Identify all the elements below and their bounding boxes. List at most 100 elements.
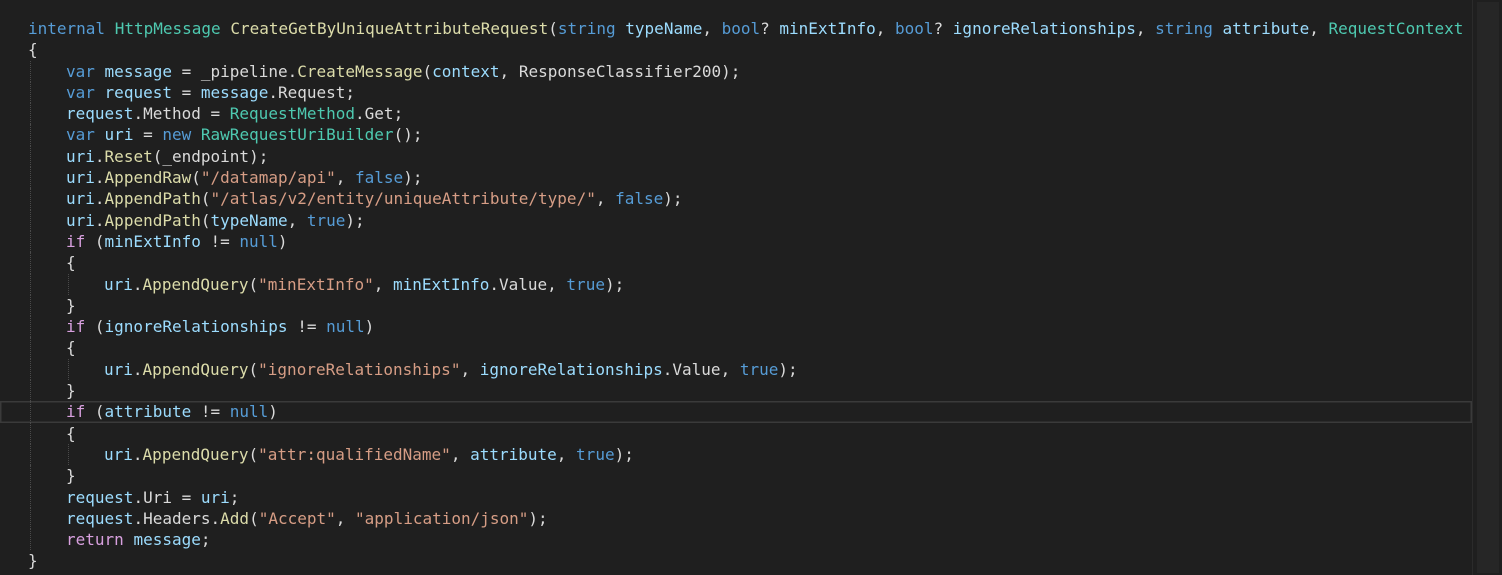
code-token: uri — [104, 444, 133, 464]
code-token: request — [66, 487, 134, 507]
code-token: ; — [200, 530, 211, 550]
code-line[interactable]: var message = _pipeline.CreateMessage(co… — [0, 60, 1472, 82]
code-token: . — [94, 210, 105, 230]
code-token: AppendPath — [104, 210, 201, 230]
indent-guide — [68, 443, 69, 466]
code-token: Uri — [143, 487, 172, 507]
code-token: Get — [364, 104, 394, 124]
code-token: uri — [104, 274, 133, 294]
code-token: Request — [277, 82, 346, 102]
code-token: . — [355, 104, 365, 124]
code-token: { — [66, 338, 76, 358]
scrollbar-thumb[interactable] — [1477, 2, 1499, 573]
code-text: { — [66, 423, 76, 444]
code-text: uri.AppendQuery("attr:qualifiedName", at… — [104, 444, 634, 465]
indent-guide — [68, 358, 69, 381]
code-token: ( — [248, 359, 259, 379]
code-line[interactable]: uri.AppendRaw("/datamap/api", false); — [0, 167, 1472, 189]
code-line[interactable]: uri.AppendQuery("ignoreRelationships", i… — [0, 358, 1472, 381]
code-token: "Accept" — [258, 508, 336, 528]
indent-guide — [30, 443, 31, 466]
code-line[interactable]: internal HttpMessage CreateGetByUniqueAt… — [0, 18, 1472, 39]
code-token: typeName — [625, 19, 703, 38]
code-line[interactable]: uri.AppendPath("/atlas/v2/entity/uniqueA… — [0, 188, 1472, 210]
code-line[interactable]: { — [0, 39, 1472, 60]
code-line[interactable]: request.Method = RequestMethod.Get; — [0, 103, 1472, 125]
code-text: if (ignoreRelationships != null) — [66, 316, 374, 337]
code-token: false — [355, 168, 404, 188]
code-token: uri — [66, 168, 95, 188]
code-text: if (attribute != null) — [66, 401, 278, 422]
code-token: if — [66, 402, 86, 422]
code-line[interactable]: uri.AppendPath(typeName, true); — [0, 209, 1472, 231]
code-line[interactable]: { — [0, 252, 1472, 274]
code-token: Value — [672, 359, 721, 379]
code-line[interactable]: uri.AppendQuery("minExtInfo", minExtInfo… — [0, 273, 1472, 295]
code-text: request.Method = RequestMethod.Get; — [66, 103, 403, 124]
code-text: } — [28, 550, 38, 571]
code-token: , — [450, 444, 471, 464]
code-token: RequestContext — [1328, 19, 1464, 38]
code-line[interactable]: if (ignoreRelationships != null) — [0, 316, 1472, 338]
code-token: uri — [104, 125, 134, 145]
code-line[interactable]: } — [0, 465, 1472, 487]
code-token: minExtInfo — [104, 231, 201, 251]
code-line[interactable]: request.Uri = uri; — [0, 486, 1472, 508]
code-token: ; — [229, 487, 240, 507]
code-line[interactable]: var request = message.Request; — [0, 81, 1472, 104]
code-text: request.Uri = uri; — [66, 487, 239, 508]
code-line[interactable]: var uri = new RawRequestUriBuilder(); — [0, 124, 1472, 146]
code-token: , — [595, 189, 616, 209]
code-token: HttpMessage — [114, 19, 221, 38]
code-line[interactable]: return message; — [0, 529, 1472, 551]
code-token: , — [287, 210, 307, 230]
code-line[interactable]: if (attribute != null) — [0, 401, 1472, 423]
code-token: RawRequestUriBuilder — [200, 125, 394, 145]
code-token: AppendQuery — [142, 274, 249, 294]
code-token: false — [615, 189, 664, 209]
code-text: } — [66, 295, 76, 316]
code-token: . — [94, 168, 105, 188]
indent-guide — [30, 252, 31, 274]
vertical-scrollbar[interactable] — [1472, 0, 1502, 575]
code-token: ( — [152, 146, 163, 166]
indent-guide — [30, 337, 31, 359]
code-token: null — [229, 402, 269, 422]
code-token: "ignoreRelationships" — [258, 359, 461, 379]
code-line[interactable]: if (minExtInfo != null) — [0, 230, 1472, 253]
code-token: ( — [85, 231, 105, 251]
code-line[interactable]: { — [0, 422, 1472, 444]
code-token: Method — [143, 104, 201, 124]
indent-guide — [30, 486, 31, 508]
code-token: ); — [614, 444, 634, 464]
code-line[interactable]: request.Headers.Add("Accept", "applicati… — [0, 507, 1472, 530]
code-token: _pipeline — [200, 61, 288, 81]
code-line[interactable]: uri.Reset(_endpoint); — [0, 145, 1472, 168]
code-token: ); — [663, 189, 683, 209]
code-token: ( — [422, 61, 433, 81]
code-token: uri — [66, 210, 95, 230]
code-text: { — [28, 39, 38, 60]
code-text: uri.AppendQuery("ignoreRelationships", i… — [104, 359, 798, 380]
indent-guide — [30, 316, 31, 338]
code-token: var — [66, 61, 95, 81]
code-line[interactable]: { — [0, 337, 1472, 359]
code-lines: internal HttpMessage CreateGetByUniqueAt… — [0, 18, 1472, 572]
code-line[interactable]: } — [0, 380, 1472, 402]
code-token: } — [28, 551, 38, 571]
code-text: var uri = new RawRequestUriBuilder(); — [66, 124, 422, 145]
code-token: , — [702, 19, 722, 38]
code-token: . — [94, 189, 105, 209]
code-line[interactable]: } — [0, 550, 1472, 571]
code-line[interactable]: } — [0, 294, 1472, 317]
code-line[interactable]: uri.AppendQuery("attr:qualifiedName", at… — [0, 443, 1472, 466]
code-token: AppendQuery — [142, 444, 249, 464]
code-token: { — [28, 40, 38, 60]
code-editor[interactable]: internal HttpMessage CreateGetByUniqueAt… — [0, 0, 1472, 575]
code-token: != — [191, 402, 230, 422]
code-token: { — [66, 423, 76, 443]
code-token: , — [499, 61, 519, 81]
indent-guide — [30, 60, 31, 82]
code-text: uri.AppendPath(typeName, true); — [66, 210, 365, 231]
